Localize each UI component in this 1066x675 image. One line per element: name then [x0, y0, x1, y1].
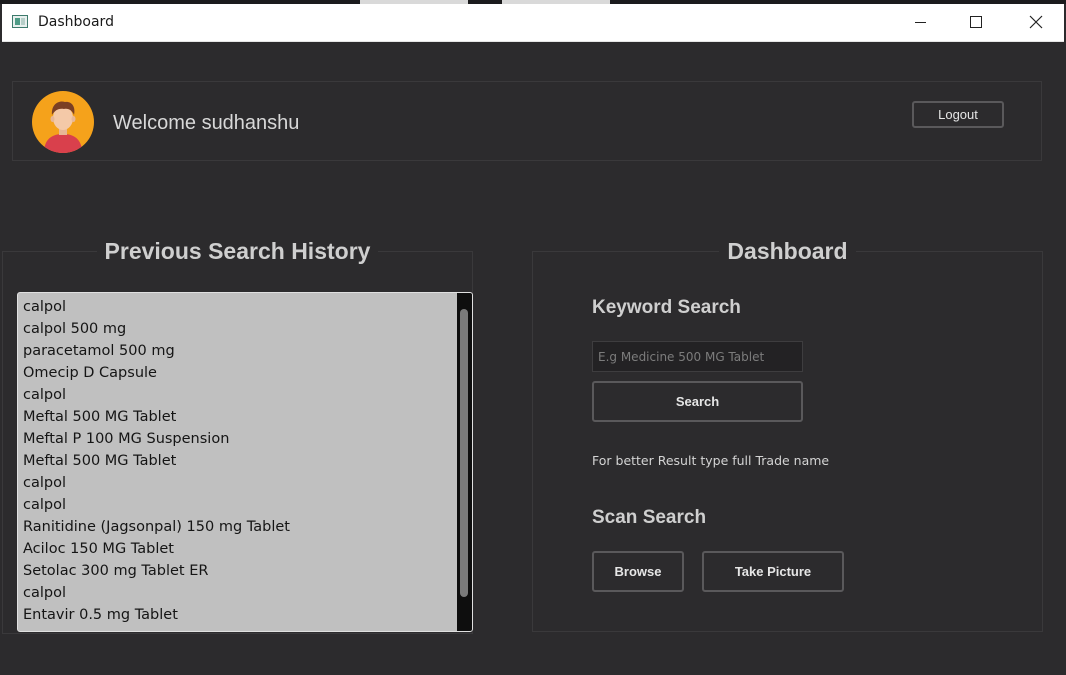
- list-item[interactable]: calpol 500 mg: [23, 318, 453, 340]
- dashboard-panel: Dashboard Keyword Search Search For bett…: [532, 238, 1043, 632]
- list-item[interactable]: Meftal 500 MG Tablet: [23, 406, 453, 428]
- browse-button[interactable]: Browse: [592, 551, 684, 592]
- welcome-message: Welcome sudhanshu: [113, 112, 299, 135]
- logout-button[interactable]: Logout: [912, 101, 1004, 128]
- list-item[interactable]: Meftal 500 MG Tablet: [23, 450, 453, 472]
- scroll-thumb[interactable]: [460, 309, 468, 597]
- app-window-icon: [12, 15, 28, 28]
- list-item[interactable]: calpol: [23, 384, 453, 406]
- search-button[interactable]: Search: [592, 381, 803, 422]
- search-hint: For better Result type full Trade name: [592, 453, 830, 468]
- minimize-icon[interactable]: [899, 4, 945, 41]
- history-scrollbar[interactable]: [457, 293, 472, 631]
- welcome-prefix: Welcome: [113, 112, 196, 134]
- list-item[interactable]: calpol: [23, 472, 453, 494]
- take-picture-button[interactable]: Take Picture: [702, 551, 844, 592]
- list-item[interactable]: Omecip D Capsule: [23, 362, 453, 384]
- window-title: Dashboard: [38, 14, 114, 30]
- user-header: Welcome sudhanshu Logout: [12, 81, 1042, 161]
- dashboard-title-text: Dashboard: [719, 238, 856, 264]
- list-item[interactable]: paracetamol 500 mg: [23, 340, 453, 362]
- window-titlebar[interactable]: Dashboard: [2, 4, 1064, 42]
- dashboard-title: Dashboard: [533, 238, 1042, 265]
- maximize-icon[interactable]: [953, 4, 999, 41]
- history-title-text: Previous Search History: [96, 238, 379, 264]
- history-list[interactable]: calpol calpol 500 mg paracetamol 500 mg …: [17, 292, 473, 632]
- list-item[interactable]: calpol: [23, 494, 453, 516]
- username: sudhanshu: [201, 112, 300, 134]
- search-input[interactable]: [592, 341, 803, 372]
- list-item[interactable]: Aciloc 150 MG Tablet: [23, 538, 453, 560]
- keyword-search-heading: Keyword Search: [592, 297, 741, 318]
- list-item[interactable]: Ranitidine (Jagsonpal) 150 mg Tablet: [23, 516, 453, 538]
- list-item[interactable]: calpol: [23, 296, 453, 318]
- user-avatar-icon: [32, 91, 94, 153]
- list-item[interactable]: Entavir 0.5 mg Tablet: [23, 604, 453, 626]
- list-item[interactable]: calpol: [23, 582, 453, 604]
- history-title: Previous Search History: [3, 238, 472, 265]
- search-history-panel: Previous Search History calpol calpol 50…: [2, 238, 473, 634]
- close-icon[interactable]: [1010, 4, 1056, 41]
- list-item[interactable]: Meftal P 100 MG Suspension: [23, 428, 453, 450]
- scan-search-heading: Scan Search: [592, 507, 707, 528]
- list-item[interactable]: Setolac 300 mg Tablet ER: [23, 560, 453, 582]
